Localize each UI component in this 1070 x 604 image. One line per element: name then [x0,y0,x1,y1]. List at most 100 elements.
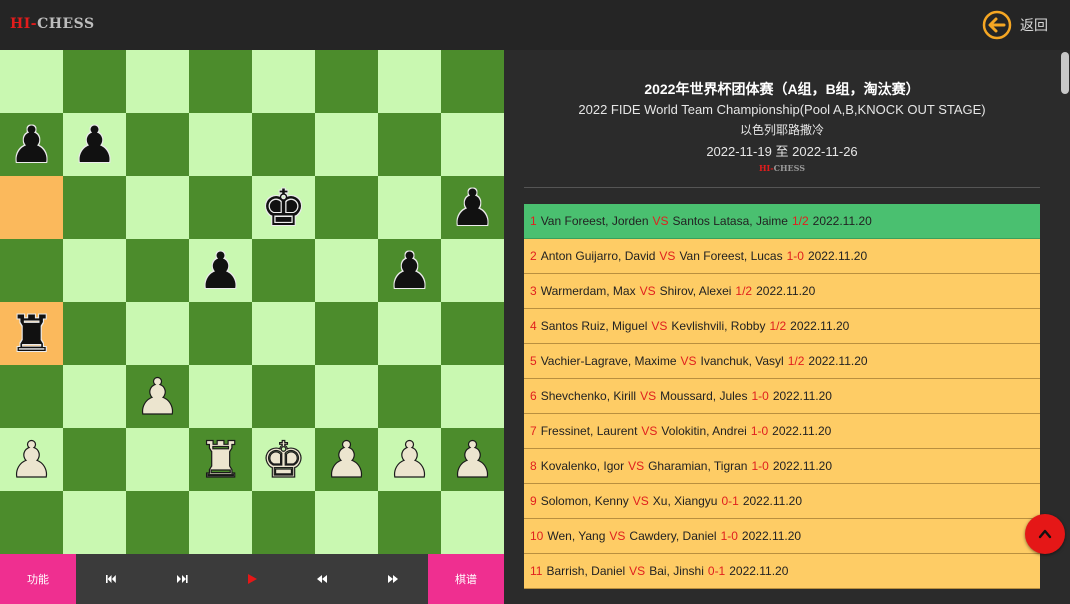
square-f6[interactable] [315,176,378,239]
square-b6[interactable] [63,176,126,239]
square-f4[interactable] [315,302,378,365]
square-a4[interactable]: ♜ [0,302,63,365]
square-h1[interactable] [441,491,504,554]
square-h2[interactable]: ♟ [441,428,504,491]
square-d5[interactable]: ♟ [189,239,252,302]
scrollbar-thumb[interactable] [1061,52,1069,94]
square-c6[interactable] [126,176,189,239]
square-f3[interactable] [315,365,378,428]
white-pawn-icon[interactable]: ♟ [449,434,495,485]
square-c4[interactable] [126,302,189,365]
square-c5[interactable] [126,239,189,302]
game-list-item[interactable]: 9 Solomon, Kenny VS Xu, Xiangyu 0-1 2022.11.2… [524,484,1040,519]
game-list-item[interactable]: 3 Warmerdam, Max VS Shirov, Alexei 1/2 2022.1… [524,274,1040,309]
square-c1[interactable] [126,491,189,554]
square-d3[interactable] [189,365,252,428]
white-pawn-icon[interactable]: ♟ [386,434,432,485]
square-b1[interactable] [63,491,126,554]
black-pawn-icon[interactable]: ♟ [72,120,117,170]
square-f2[interactable]: ♟ [315,428,378,491]
square-b3[interactable] [63,365,126,428]
game-list-item[interactable]: 2 Anton Guijarro, David VS Van Foreest, Luc… [524,239,1040,274]
back-button[interactable]: 返回 [982,10,1048,40]
square-h6[interactable]: ♟ [441,176,504,239]
square-b8[interactable] [63,50,126,113]
white-rook-icon[interactable]: ♜ [197,434,243,485]
game-list-item[interactable]: 4 Santos Ruiz, Miguel VS Kevlishvili, Robby… [524,309,1040,344]
first-move-button[interactable] [76,554,146,604]
square-a3[interactable] [0,365,63,428]
square-f7[interactable] [315,113,378,176]
white-king-icon[interactable]: ♚ [260,434,306,485]
square-h3[interactable] [441,365,504,428]
square-c8[interactable] [126,50,189,113]
square-e1[interactable] [252,491,315,554]
square-g2[interactable]: ♟ [378,428,441,491]
square-g5[interactable]: ♟ [378,239,441,302]
game-list-item[interactable]: 10 Wen, Yang VS Cawdery, Daniel 1-0 2022.11.2… [524,519,1040,554]
square-g4[interactable] [378,302,441,365]
white-pawn-icon[interactable]: ♟ [134,371,180,422]
white-pawn-icon[interactable]: ♟ [8,434,54,485]
square-e8[interactable] [252,50,315,113]
white-pawn-icon[interactable]: ♟ [323,434,369,485]
square-e7[interactable] [252,113,315,176]
square-h4[interactable] [441,302,504,365]
black-king-icon[interactable]: ♚ [261,183,306,233]
black-pawn-icon[interactable]: ♟ [9,120,54,170]
square-h7[interactable] [441,113,504,176]
square-g3[interactable] [378,365,441,428]
previous-move-button[interactable] [146,554,216,604]
square-b2[interactable] [63,428,126,491]
square-e2[interactable]: ♚ [252,428,315,491]
square-c3[interactable]: ♟ [126,365,189,428]
square-d8[interactable] [189,50,252,113]
square-a7[interactable]: ♟ [0,113,63,176]
black-pawn-icon[interactable]: ♟ [450,183,495,233]
square-f8[interactable] [315,50,378,113]
square-a5[interactable] [0,239,63,302]
black-pawn-icon[interactable]: ♟ [387,246,432,296]
square-h5[interactable] [441,239,504,302]
game-list-item[interactable]: 5 Vachier-Lagrave, Maxime VS Ivanchuk, Vasy… [524,344,1040,379]
square-b5[interactable] [63,239,126,302]
square-g7[interactable] [378,113,441,176]
black-rook-icon[interactable]: ♜ [9,309,54,359]
game-list-item[interactable]: 1 Van Foreest, Jorden VS Santos Latasa, Jai… [524,204,1040,239]
step-back-button[interactable] [287,554,357,604]
square-d2[interactable]: ♜ [189,428,252,491]
square-d4[interactable] [189,302,252,365]
square-a8[interactable] [0,50,63,113]
square-a1[interactable] [0,491,63,554]
square-d1[interactable] [189,491,252,554]
scrollbar[interactable] [1060,50,1070,604]
square-e3[interactable] [252,365,315,428]
square-e6[interactable]: ♚ [252,176,315,239]
step-forward-button[interactable] [358,554,428,604]
square-f1[interactable] [315,491,378,554]
square-b4[interactable] [63,302,126,365]
square-a2[interactable]: ♟ [0,428,63,491]
function-button[interactable]: 功能 [0,554,76,604]
square-e5[interactable] [252,239,315,302]
game-list-item[interactable]: 11 Barrish, Daniel VS Bai, Jinshi 0-1 2022.11… [524,554,1040,589]
square-c7[interactable] [126,113,189,176]
moves-button[interactable]: 棋谱 [427,554,504,604]
game-list-item[interactable]: 6 Shevchenko, Kirill VS Moussard, Jules 1-0 2… [524,379,1040,414]
square-c2[interactable] [126,428,189,491]
square-h8[interactable] [441,50,504,113]
square-g6[interactable] [378,176,441,239]
square-a6[interactable] [0,176,63,239]
game-list-item[interactable]: 8 Kovalenko, Igor VS Gharamian, Tigran 1-0 20… [524,449,1040,484]
chess-board[interactable]: ♟ ♟ ♚ ♟ ♟ ♟ ♜ ♟ ♟ ♜ ♚ ♟ ♟ ♟ [0,50,504,554]
square-g8[interactable] [378,50,441,113]
black-pawn-icon[interactable]: ♟ [198,246,243,296]
scroll-top-button[interactable] [1025,514,1065,554]
square-d7[interactable] [189,113,252,176]
square-d6[interactable] [189,176,252,239]
play-button[interactable] [217,554,287,604]
square-f5[interactable] [315,239,378,302]
square-e4[interactable] [252,302,315,365]
square-g1[interactable] [378,491,441,554]
game-list-item[interactable]: 7 Fressinet, Laurent VS Volokitin, Andrei 1-… [524,414,1040,449]
